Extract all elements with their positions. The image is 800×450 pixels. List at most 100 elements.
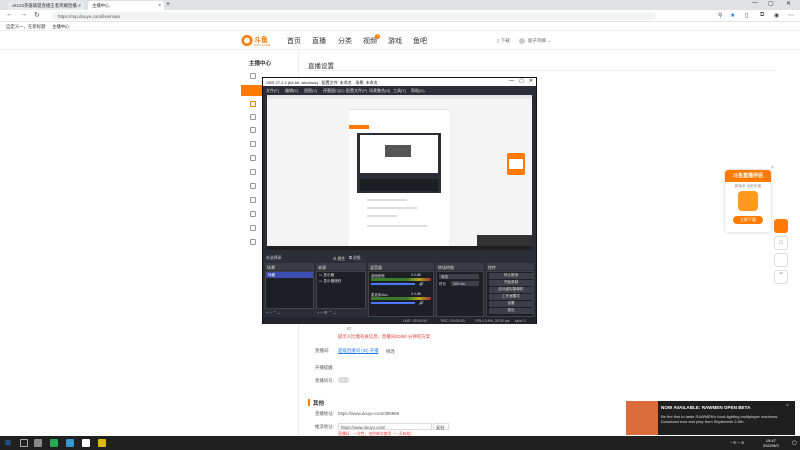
feedback-side-icon[interactable] [774,253,788,267]
obs-close-button[interactable]: ✕ [529,78,533,84]
properties-button[interactable]: ⚙ 属性 [333,256,345,262]
split-icon[interactable]: ▯ [745,12,748,19]
close-tab-icon[interactable]: × [78,3,81,9]
sidebar-icon[interactable] [250,141,256,147]
obs-menu-docks[interactable]: 停靠窗口(D) [323,88,345,94]
sidebar-icon[interactable] [250,73,256,79]
user-name[interactable]: 鹿子鸡啄 ⌄ [528,38,551,44]
more-icon[interactable]: ⋯ [788,12,794,19]
steam-icon[interactable] [66,439,74,447]
sidebar-icon[interactable] [250,183,256,189]
tray-icons[interactable]: ^ ✉ ⌁ ⊕ [730,440,744,445]
start-icon[interactable]: ⊞ [5,439,11,447]
nav-game[interactable]: 游戏 [388,36,402,46]
room-link[interactable]: 超级直播间 (ID) 开播 [338,348,379,354]
companion-promo[interactable]: 斗鱼直播伴侣 新版本 全新来袭 立即下载 × [725,165,774,232]
obs-menu-help[interactable]: 帮助(H) [411,88,425,94]
obs-menu-view[interactable]: 视图(V) [304,88,317,94]
obs-menu-edit[interactable]: 编辑(E) [285,88,298,94]
douyu-logo[interactable]: 斗鱼 DOUYU.COM [241,34,275,47]
minimize-button[interactable]: — [752,0,758,6]
browser-tab[interactable]: ok123英雄联盟直播王者荣耀直播... × [8,1,84,10]
promo-download-button[interactable]: 立即下载 [733,216,763,224]
forward-icon[interactable]: → [20,11,27,18]
bookmark-item[interactable]: 自定义一，在新标题 [6,24,46,30]
nav-fishbar[interactable]: 鱼吧 [413,36,427,46]
nav-category[interactable]: 分类 [338,36,352,46]
taskview-icon[interactable] [34,439,42,447]
stream-url-field[interactable]: https://www.douyu.com/ [338,423,432,430]
sidebar-icon[interactable] [250,114,256,120]
start-recording-button[interactable]: 开始录制 [489,280,533,286]
extensions-icon[interactable]: ⚲ [718,12,722,19]
download-link[interactable]: ▯ 下载 [497,38,510,44]
obs-menu-file[interactable]: 文件(F) [266,88,279,94]
bookmark-item[interactable]: 主播中心 [52,24,70,30]
sidebar-icon[interactable] [250,197,256,203]
browser-tab-active[interactable]: 主播中心 × [88,1,164,10]
scene-item[interactable]: 场景 [266,272,313,278]
scene-controls[interactable]: + − ⌃ ⌄ [266,310,281,315]
exit-button[interactable]: 退出 [489,308,533,314]
profile-icon[interactable]: ◉ [774,12,779,19]
mute-icon[interactable]: 🔊 [419,281,424,286]
obs-menu-scenes[interactable]: 场景集合(S) [369,88,390,94]
play-side-icon[interactable] [774,219,788,233]
sidebar-icon[interactable] [250,211,256,217]
edge-icon[interactable] [50,439,58,447]
copy-button[interactable]: 复制 [433,423,449,430]
notification-close-icon[interactable]: × [786,403,789,409]
nav-live[interactable]: 直播 [312,36,326,46]
transition-select[interactable]: 渐变 [439,274,479,279]
notification-body: Be the first to taste RAWMEN's food-figh… [661,414,779,424]
avatar[interactable] [519,38,525,44]
stop-streaming-button[interactable]: 停止推流 [489,273,533,279]
sidebar-icon[interactable] [250,225,256,231]
obs-icon[interactable] [82,439,90,447]
toggle-switch[interactable] [338,377,349,383]
source-item[interactable]: ▭ 显示器捕获 [317,278,365,284]
notification-center-icon[interactable]: ▢ [792,440,797,446]
reload-icon[interactable]: ↻ [34,11,40,19]
close-window-button[interactable]: ✕ [786,0,791,7]
search-icon[interactable] [20,439,28,447]
sidebar-icon[interactable] [250,155,256,161]
favorite-star-icon[interactable]: ★ [730,12,735,19]
top-side-icon[interactable]: ⌃ [774,270,788,284]
collections-icon[interactable]: ⧉ [760,12,764,19]
back-icon[interactable]: ← [6,11,13,18]
explorer-icon[interactable] [98,439,106,447]
url-value[interactable]: https://www.douyu.com/395999 [338,411,399,416]
volume-slider[interactable] [371,302,415,304]
volume-slider[interactable] [371,283,415,285]
promo-close-icon[interactable]: × [771,165,774,171]
sidebar-icon[interactable] [250,169,256,175]
home-side-icon[interactable]: ⌂ [774,236,788,250]
settings-button[interactable]: 设置 [489,301,533,307]
obs-menu-profile[interactable]: 配置文件(P) [346,88,367,94]
sidebar-icon[interactable] [250,127,256,133]
mute-icon[interactable]: 🔊 [419,300,424,305]
obs-window[interactable]: OBS 27.2.4 (64-bit, windows) - 配置文件: 未命名… [262,77,537,324]
room-edit-button[interactable]: 修改 [386,349,395,355]
notification-toast[interactable]: NOW AVAILABLE: RAWMEN OPEN BETA Be the f… [626,401,795,435]
scenes-panel[interactable]: 场景 [265,271,314,309]
obs-menu-tools[interactable]: 工具(T) [393,88,406,94]
sidebar-icon[interactable] [250,101,256,107]
maximize-button[interactable]: ▢ [768,0,774,7]
virtual-camera-button[interactable]: 启动虚拟摄像机 [489,287,533,293]
sources-panel[interactable]: ▭ 显示器 ▭ 显示器捕获 [316,271,366,309]
duration-input[interactable]: 300 ms [451,281,479,286]
clock[interactable]: 19:47 2022/9/3 [763,438,779,448]
sidebar-icon[interactable] [250,239,256,245]
studio-mode-button[interactable]: 工作室模式 [489,294,533,300]
source-controls[interactable]: + − ⚙ ⌃ ⌄ [317,310,336,315]
obs-maximize-button[interactable]: ▢ [519,78,524,84]
close-tab-icon[interactable]: × [158,3,161,9]
obs-preview-capture[interactable] [267,95,532,250]
filters-button[interactable]: ⧉ 滤镜 [349,256,360,261]
nav-home[interactable]: 首页 [287,36,301,46]
url-input[interactable]: https://mp.douyu.com/live/main [52,12,656,20]
obs-minimize-button[interactable]: — [509,78,514,84]
new-tab-button[interactable]: + [166,1,170,8]
